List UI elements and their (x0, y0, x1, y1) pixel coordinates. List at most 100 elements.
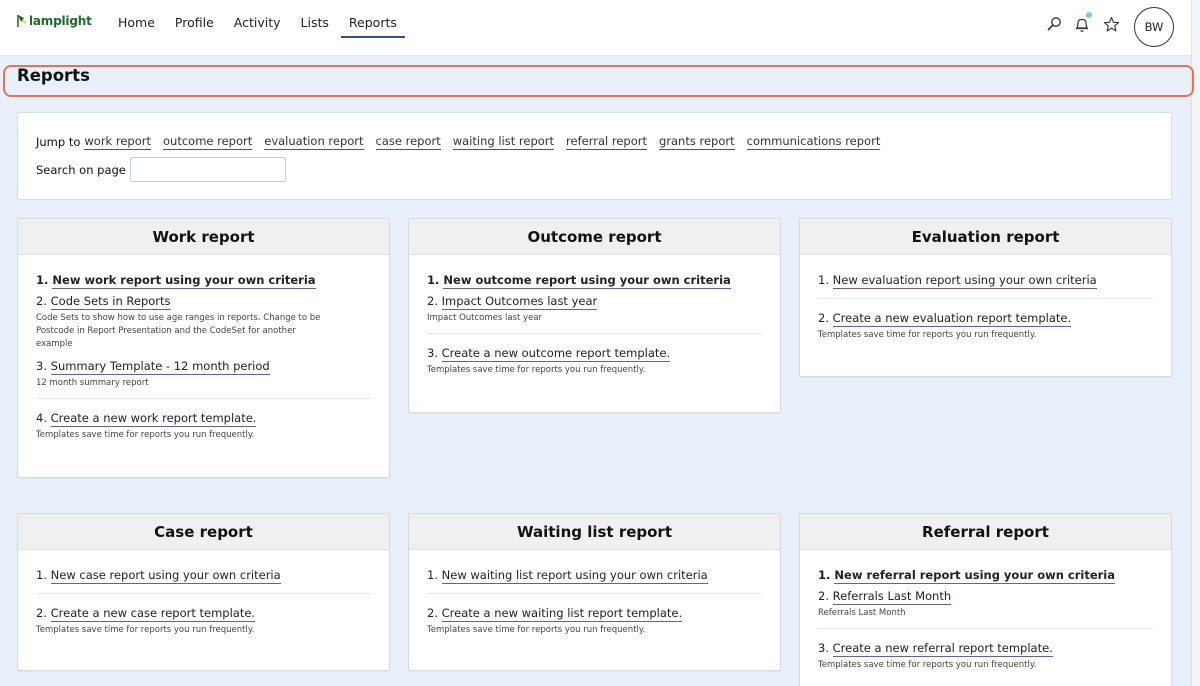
list-item: 1. New referral report using your own cr… (818, 566, 1153, 585)
logo[interactable]: lamplight (17, 14, 92, 28)
divider (36, 593, 371, 594)
item-number: 1. (36, 273, 49, 287)
report-link[interactable]: New waiting list report using your own c… (441, 568, 708, 584)
nav-home[interactable]: Home (118, 0, 155, 56)
report-link[interactable]: Referrals Last Month (832, 589, 952, 605)
card-title: Outcome report (409, 219, 780, 255)
list-item: 4. Create a new work report template. Te… (36, 409, 371, 442)
item-number: 2. (36, 606, 47, 620)
nav-lists[interactable]: Lists (301, 0, 329, 56)
create-template-link[interactable]: Create a new waiting list report templat… (441, 606, 683, 622)
item-description: Templates save time for reports you run … (36, 430, 255, 440)
item-number: 1. (36, 568, 47, 582)
nav-activity[interactable]: Activity (234, 0, 281, 56)
item-description: Templates save time for reports you run … (818, 330, 1037, 340)
report-link[interactable]: Summary Template - 12 month period (50, 359, 270, 375)
item-description: Templates save time for reports you run … (818, 660, 1037, 670)
logo-text: lamplight (29, 14, 92, 28)
list-item: 1. New work report using your own criter… (36, 271, 371, 290)
title-highlight-box (3, 65, 1194, 97)
list-item: 2. Create a new evaluation report templa… (818, 309, 1153, 342)
jump-links-row: Jump to work report outcome report evalu… (36, 135, 892, 150)
jump-link-case[interactable]: case report (375, 135, 441, 150)
list-item: 2. Code Sets in Reports Code Sets to sho… (36, 292, 371, 351)
divider (36, 398, 371, 399)
report-link[interactable]: Impact Outcomes last year (441, 294, 598, 310)
list-item: 2. Create a new waiting list report temp… (427, 604, 762, 637)
top-navbar: lamplight Home Profile Activity Lists Re… (0, 0, 1191, 56)
jump-link-outcome[interactable]: outcome report (163, 135, 253, 150)
waiting-list-report-card: Waiting list report 1. New waiting list … (408, 513, 781, 671)
item-number: 2. (818, 311, 829, 325)
jump-link-grants[interactable]: grants report (658, 135, 735, 150)
item-number: 2. (36, 294, 47, 308)
notification-dot (1086, 12, 1092, 18)
list-item: 1. New outcome report using your own cri… (427, 271, 762, 290)
app-window: lamplight Home Profile Activity Lists Re… (0, 0, 1200, 686)
evaluation-report-card: Evaluation report 1. New evaluation repo… (799, 218, 1172, 377)
divider (427, 593, 762, 594)
report-link[interactable]: New outcome report using your own criter… (443, 273, 731, 289)
jump-label: Jump to (36, 135, 81, 149)
jump-link-referral[interactable]: referral report (566, 135, 647, 150)
create-template-link[interactable]: Create a new referral report template. (832, 641, 1053, 657)
create-template-link[interactable]: Create a new outcome report template. (441, 346, 671, 362)
list-item: 1. New evaluation report using your own … (818, 271, 1153, 290)
list-item: 1. New case report using your own criter… (36, 566, 371, 585)
nav-reports[interactable]: Reports (340, 0, 405, 56)
list-item: 3. Summary Template - 12 month period 12… (36, 357, 371, 390)
item-number: 4. (36, 411, 47, 425)
card-title: Work report (18, 219, 389, 255)
jump-link-communications[interactable]: communications report (746, 135, 881, 150)
report-link[interactable]: New case report using your own criteria (50, 568, 281, 584)
item-number: 1. (818, 568, 831, 582)
search-label: Search on page (36, 162, 126, 177)
create-template-link[interactable]: Create a new work report template. (50, 411, 257, 427)
list-item: 1. New waiting list report using your ow… (427, 566, 762, 585)
user-avatar[interactable]: BW (1134, 7, 1174, 47)
item-description: Templates save time for reports you run … (427, 365, 646, 375)
item-description: Templates save time for reports you run … (36, 625, 255, 635)
item-number: 2. (427, 294, 438, 308)
report-link[interactable]: New work report using your own criteria (52, 273, 316, 289)
item-description: Impact Outcomes last year (427, 313, 543, 323)
item-number: 1. (427, 273, 440, 287)
jump-link-work[interactable]: work report (84, 135, 151, 150)
main-nav: Home Profile Activity Lists Reports (118, 0, 417, 56)
item-description: Templates save time for reports you run … (427, 625, 646, 635)
report-link[interactable]: New evaluation report using your own cri… (832, 273, 1097, 289)
card-title: Waiting list report (409, 514, 780, 550)
nav-profile[interactable]: Profile (175, 0, 214, 56)
report-link[interactable]: New referral report using your own crite… (834, 568, 1116, 584)
search-icon[interactable] (1046, 16, 1064, 34)
search-input[interactable] (129, 157, 286, 182)
item-description: Referrals Last Month (818, 608, 906, 618)
create-template-link[interactable]: Create a new evaluation report template. (832, 311, 1072, 327)
card-title: Case report (18, 514, 389, 550)
divider (818, 298, 1153, 299)
item-description: Code Sets to show how to use age ranges … (36, 313, 321, 349)
referral-report-card: Referral report 1. New referral report u… (799, 513, 1172, 686)
report-link[interactable]: Code Sets in Reports (50, 294, 171, 310)
bell-icon[interactable] (1073, 12, 1092, 34)
outcome-report-card: Outcome report 1. New outcome report usi… (408, 218, 781, 413)
list-item: 3. Create a new outcome report template.… (427, 344, 762, 377)
star-icon[interactable] (1103, 16, 1121, 34)
item-number: 3. (427, 346, 438, 360)
search-row: Search on page (36, 157, 286, 182)
list-item: 3. Create a new referral report template… (818, 639, 1153, 672)
card-title: Referral report (800, 514, 1171, 550)
item-number: 2. (427, 606, 438, 620)
list-item: 2. Impact Outcomes last year Impact Outc… (427, 292, 762, 325)
jump-link-waiting-list[interactable]: waiting list report (452, 135, 555, 150)
card-title: Evaluation report (800, 219, 1171, 255)
item-number: 2. (818, 589, 829, 603)
lamp-icon (17, 14, 27, 28)
jump-to-panel: Jump to work report outcome report evalu… (17, 112, 1172, 200)
jump-link-evaluation[interactable]: evaluation report (264, 135, 364, 150)
item-number: 3. (36, 359, 47, 373)
scrollbar[interactable] (1191, 0, 1200, 686)
create-template-link[interactable]: Create a new case report template. (50, 606, 256, 622)
item-number: 1. (427, 568, 438, 582)
work-report-card: Work report 1. New work report using you… (17, 218, 390, 478)
